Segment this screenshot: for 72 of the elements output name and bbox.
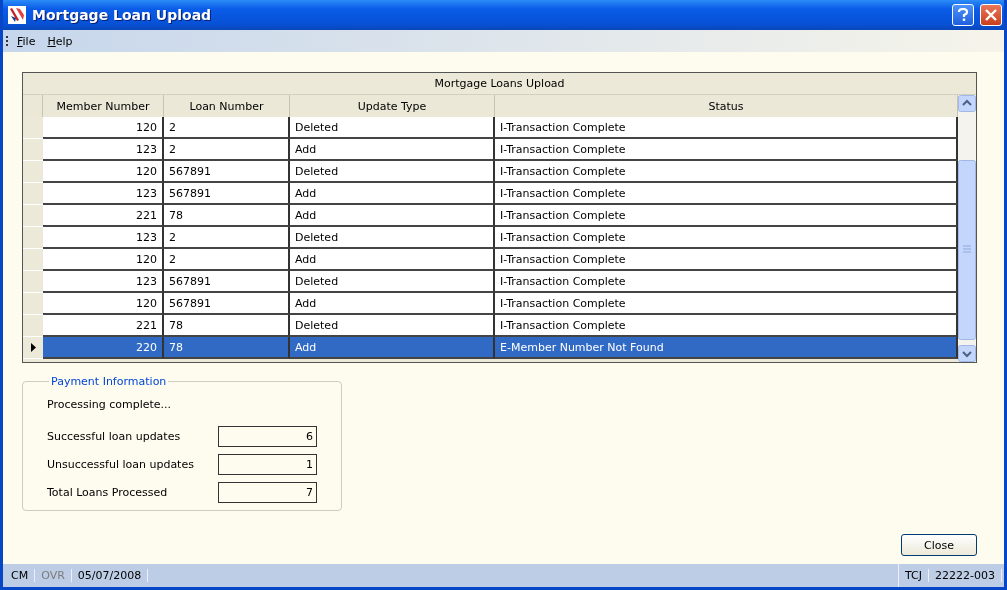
table-cell: 78 [164, 205, 290, 227]
table-cell: 2 [164, 117, 290, 139]
help-icon [957, 8, 969, 22]
table-cell: 78 [164, 337, 290, 359]
table-cell: 221 [43, 315, 164, 337]
table-cell: Deleted [290, 227, 495, 249]
table-cell: 120 [43, 293, 164, 315]
table-cell: I-Transaction Complete [495, 139, 958, 161]
field-label: Total Loans Processed [47, 486, 168, 499]
table-cell: 220 [43, 337, 164, 359]
scroll-thumb[interactable] [958, 160, 976, 340]
table-cell: Add [290, 205, 495, 227]
field-label: Successful loan updates [47, 430, 181, 443]
grip-icon [6, 35, 9, 47]
table-cell: Add [290, 249, 495, 271]
scroll-up-button[interactable] [958, 95, 976, 112]
table-cell: 78 [164, 315, 290, 337]
scroll-down-button[interactable] [958, 345, 976, 362]
table-cell: Add [290, 183, 495, 205]
status-item: OVR [35, 569, 72, 582]
menu-item[interactable]: Help [43, 34, 77, 48]
table-cell: I-Transaction Complete [495, 249, 958, 271]
table-cell: 567891 [164, 293, 290, 315]
table-cell: I-Transaction Complete [495, 271, 958, 293]
close-icon [985, 9, 997, 21]
vertical-scrollbar[interactable] [958, 95, 976, 362]
current-row-icon [30, 343, 36, 352]
status-item: TCJ [899, 569, 930, 582]
value-field: 1 [218, 454, 317, 475]
status-item: 05/07/2008 [71, 569, 149, 582]
table-cell: 221 [43, 205, 164, 227]
table-cell: 120 [43, 161, 164, 183]
close-dialog-button[interactable]: Close [901, 534, 977, 556]
table-cell: Add [290, 139, 495, 161]
table-cell: I-Transaction Complete [495, 161, 958, 183]
field-label: Unsuccessful loan updates [47, 458, 194, 471]
table-cell: I-Transaction Complete [495, 117, 958, 139]
status-item: 22222-003 [929, 569, 1002, 582]
table-cell: 567891 [164, 271, 290, 293]
help-button[interactable] [952, 4, 974, 26]
table-cell: I-Transaction Complete [495, 183, 958, 205]
app-icon [8, 6, 26, 24]
status-message: Processing complete... [47, 398, 173, 411]
table-cell: 2 [164, 227, 290, 249]
table-cell: 120 [43, 117, 164, 139]
table-cell: I-Transaction Complete [495, 227, 958, 249]
table-cell: 123 [43, 183, 164, 205]
table-cell: 120 [43, 249, 164, 271]
table-cell: I-Transaction Complete [495, 315, 958, 337]
group-title: Payment Information [50, 375, 168, 388]
table-cell: 2 [164, 249, 290, 271]
table-cell: 567891 [164, 183, 290, 205]
table-cell: 123 [43, 227, 164, 249]
table-cell: 567891 [164, 161, 290, 183]
table-cell: Deleted [290, 315, 495, 337]
table-cell: E-Member Number Not Found [495, 337, 958, 359]
table-cell: Deleted [290, 161, 495, 183]
table-cell: Deleted [290, 117, 495, 139]
table-cell: 2 [164, 139, 290, 161]
table-cell: Deleted [290, 271, 495, 293]
table-cell: I-Transaction Complete [495, 205, 958, 227]
close-button[interactable] [980, 4, 1002, 26]
menu-item[interactable]: File [13, 34, 40, 48]
status-item: CM [5, 569, 36, 582]
table-cell: 123 [43, 271, 164, 293]
table-cell: I-Transaction Complete [495, 293, 958, 315]
window-title: Mortgage Loan Upload [32, 7, 213, 23]
value-field: 6 [218, 426, 317, 447]
table-cell: 123 [43, 139, 164, 161]
value-field: 7 [218, 482, 317, 503]
table-cell: Add [290, 337, 495, 359]
table-cell: Add [290, 293, 495, 315]
